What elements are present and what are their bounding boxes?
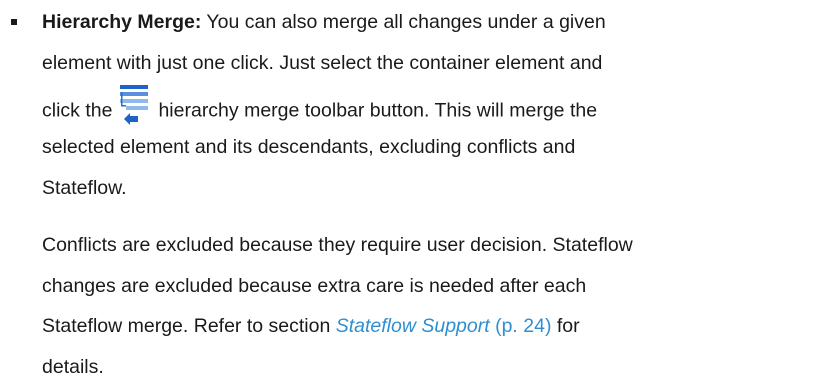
text-span: Stateflow merge. Refer to section — [42, 315, 336, 338]
bullet-marker — [11, 19, 17, 25]
text-line: changes are excluded because extra care … — [42, 274, 587, 297]
text-line: element with just one click. Just select… — [42, 51, 603, 74]
text-line-with-link: Stateflow merge. Refer to section Statef… — [42, 306, 812, 347]
text-span: hierarchy merge toolbar button. This wil… — [158, 99, 598, 122]
link-title: Stateflow Support — [335, 315, 490, 338]
link-page-ref: (p. 24) — [489, 315, 552, 338]
stateflow-support-link[interactable]: Stateflow Support (p. 24) — [336, 315, 552, 337]
text-line: selected element and its descendants, ex… — [42, 136, 576, 159]
text-span: for — [551, 315, 580, 338]
hierarchy-merge-icon — [116, 83, 152, 127]
text-line: Hierarchy Merge: You can also merge all … — [42, 2, 812, 43]
text-line: Stateflow. — [42, 177, 127, 200]
conflicts-paragraph: Conflicts are excluded because they requ… — [42, 225, 812, 388]
text-span: click the — [42, 99, 113, 122]
hierarchy-merge-paragraph: Hierarchy Merge: You can also merge all … — [42, 2, 812, 209]
text-line-with-icon: click the hierarchy merge toolbar button… — [42, 83, 812, 127]
text-line: details. — [42, 356, 104, 379]
hierarchy-merge-heading: Hierarchy Merge: — [42, 11, 202, 33]
text-span: You can also merge all changes under a g… — [201, 11, 606, 33]
text-line: Conflicts are excluded because they requ… — [42, 234, 633, 256]
